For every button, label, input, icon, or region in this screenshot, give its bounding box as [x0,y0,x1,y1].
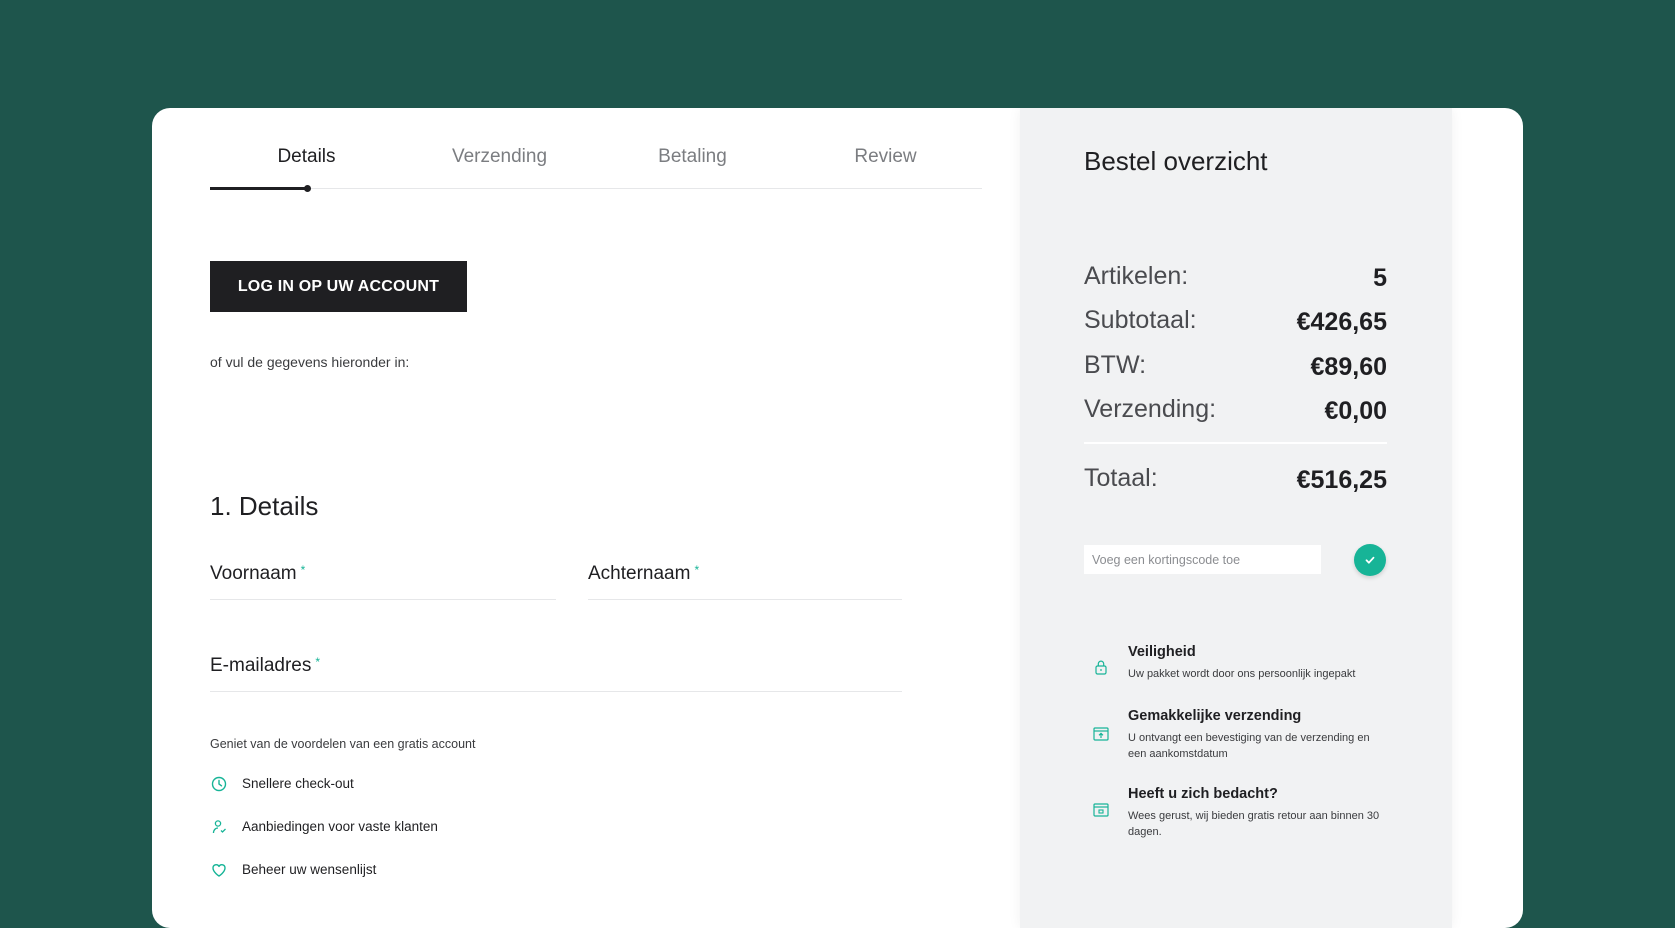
summary-value: €426,65 [1296,308,1387,336]
summary-title: Bestel overzicht [1084,146,1268,176]
feature-desc: U ontvangt een bevestiging van de verzen… [1128,732,1370,760]
summary-row-items: Artikelen: 5 [1084,262,1387,298]
active-tab-indicator [210,185,311,192]
person-icon [210,818,228,836]
summary-value: €0,00 [1324,397,1387,425]
benefit-label: Aanbiedingen voor vaste klanten [242,819,438,834]
summary-label: Subtotaal: [1084,306,1197,334]
checkmark-icon [1365,556,1375,564]
email-label: E-mailadres * [210,655,321,676]
tab-verzending[interactable]: Verzending [403,146,596,168]
summary-label: Verzending: [1084,395,1217,423]
total-value: €516,25 [1296,466,1387,494]
or-fill-text: of vul de gegevens hieronder in: [210,354,410,370]
benefit-label: Beheer uw wensenlijst [242,862,377,877]
login-button[interactable]: LOG IN OP UW ACCOUNT [210,261,467,312]
summary-row-subtotal: Subtotaal: €426,65 [1084,306,1387,342]
summary-divider [1084,442,1387,444]
last-name-field[interactable]: Achternaam * [588,557,902,600]
lock-icon [1092,658,1110,676]
heart-icon [210,861,228,879]
box-upload-icon [1092,724,1110,742]
coupon-code-input[interactable] [1084,545,1321,574]
required-mark: * [694,563,700,577]
summary-row-shipping: Verzending: €0,00 [1084,395,1387,431]
apply-coupon-button[interactable] [1354,544,1386,576]
benefits-intro: Geniet van de voordelen van een gratis a… [210,737,476,751]
section-title: 1. Details [210,491,319,521]
feature-desc: Wees gerust, wij bieden gratis retour aa… [1128,810,1380,838]
summary-row-total: Totaal: €516,25 [1084,464,1387,500]
required-mark: * [300,563,306,577]
first-name-label: Voornaam * [210,563,306,584]
summary-label: BTW: [1084,351,1147,379]
feature-desc: Uw pakket wordt door ons persoonlijk ing… [1128,668,1356,680]
tab-review[interactable]: Review [789,146,982,168]
tab-details[interactable]: Details [210,146,403,168]
checkout-steps-tabs: Details Verzending Betaling Review [210,136,982,192]
box-return-icon [1092,800,1110,818]
order-summary-panel: Bestel overzicht Artikelen: 5 Subtotaal:… [1020,108,1452,928]
total-label: Totaal: [1084,464,1158,492]
tab-betaling[interactable]: Betaling [596,146,789,168]
checkout-card: Details Verzending Betaling Review LOG I… [152,108,1523,928]
required-mark: * [315,655,321,669]
benefit-label: Snellere check-out [242,776,354,791]
last-name-label: Achternaam * [588,563,700,584]
feature-title: Heeft u zich bedacht? [1128,786,1278,802]
summary-value: €89,60 [1310,353,1387,381]
summary-row-vat: BTW: €89,60 [1084,351,1387,387]
clock-icon [210,775,228,793]
summary-label: Artikelen: [1084,262,1189,290]
summary-value: 5 [1373,264,1387,292]
first-name-field[interactable]: Voornaam * [210,557,556,600]
feature-title: Veiligheid [1128,644,1196,660]
email-field[interactable]: E-mailadres * [210,649,902,692]
feature-title: Gemakkelijke verzending [1128,708,1302,724]
